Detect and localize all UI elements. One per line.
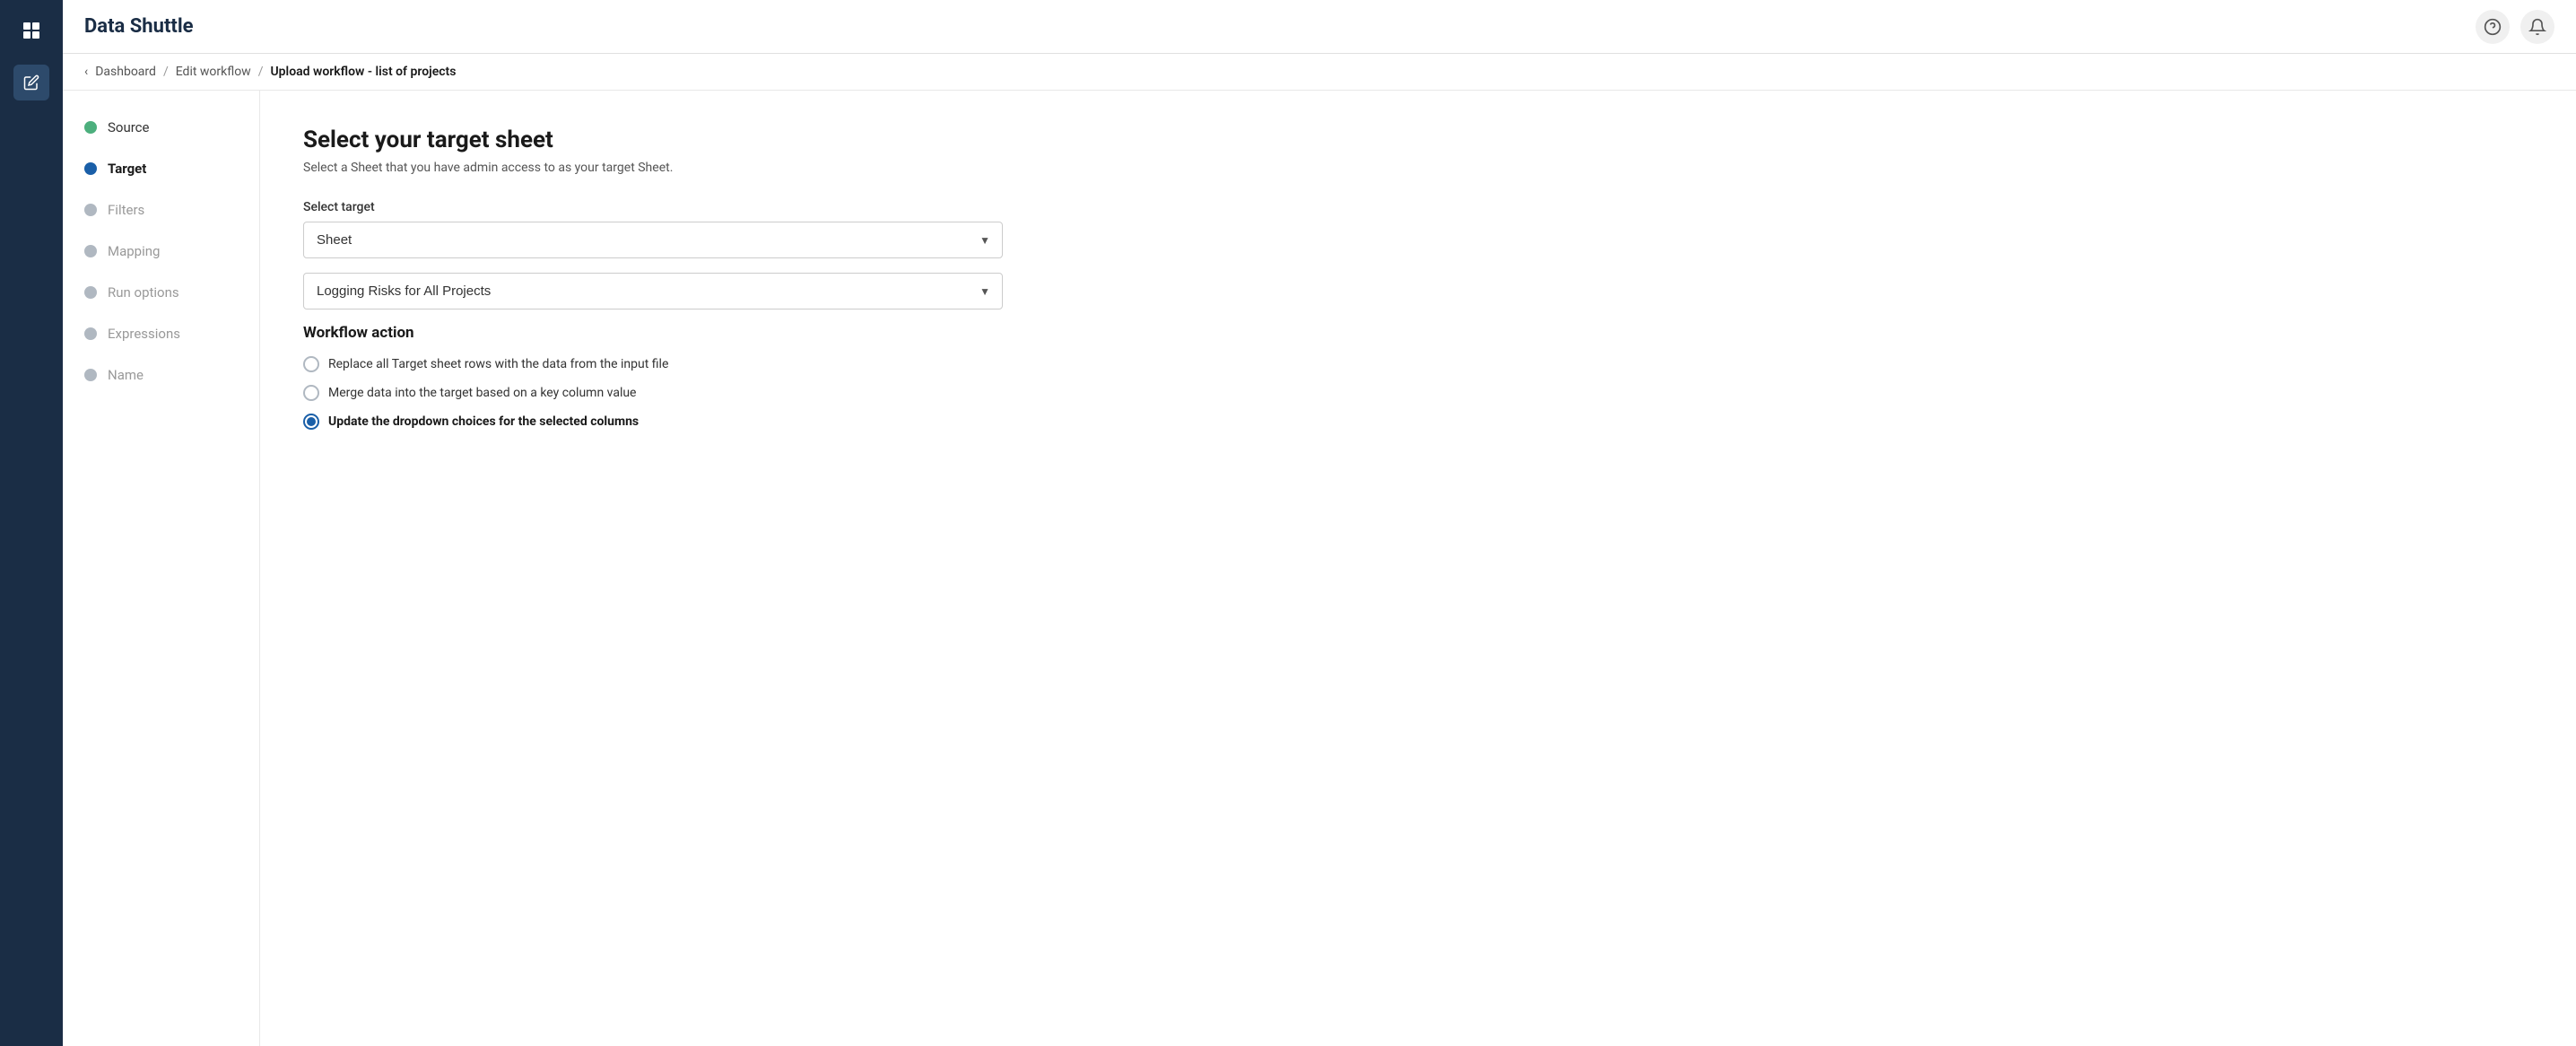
step-dot-filters — [84, 204, 97, 216]
sheet-type-select[interactable]: Sheet Report DataTable — [303, 222, 1003, 258]
radio-item-replace[interactable]: Replace all Target sheet rows with the d… — [303, 356, 2533, 372]
step-label-target: Target — [108, 161, 146, 177]
radio-item-update-dropdown[interactable]: Update the dropdown choices for the sele… — [303, 414, 2533, 430]
sidebar-item-name[interactable]: Name — [84, 367, 238, 383]
step-dot-expressions — [84, 327, 97, 340]
left-nav — [0, 0, 63, 1046]
step-label-source: Source — [108, 119, 149, 135]
content-area: Source Target Filters Mapping Run option… — [63, 91, 2576, 1046]
sidebar-item-expressions[interactable]: Expressions — [84, 326, 238, 342]
step-dot-name — [84, 369, 97, 381]
breadcrumb-dashboard[interactable]: Dashboard — [95, 65, 156, 79]
breadcrumb-sep-1: / — [163, 65, 169, 79]
radio-group: Replace all Target sheet rows with the d… — [303, 356, 2533, 430]
sidebar-item-source[interactable]: Source — [84, 119, 238, 135]
step-dot-source — [84, 121, 97, 134]
sheet-name-select[interactable]: Logging Risks for All Projects Other She… — [303, 273, 1003, 309]
radio-circle-replace — [303, 356, 319, 372]
app-logo — [15, 14, 48, 47]
step-label-run-options: Run options — [108, 284, 179, 301]
step-dot-mapping — [84, 245, 97, 257]
steps-sidebar: Source Target Filters Mapping Run option… — [63, 91, 260, 1046]
notification-button[interactable] — [2520, 10, 2554, 44]
step-dot-run-options — [84, 286, 97, 299]
step-label-expressions: Expressions — [108, 326, 180, 342]
top-header: Data Shuttle — [63, 0, 2576, 54]
help-button[interactable] — [2476, 10, 2510, 44]
app-title: Data Shuttle — [84, 15, 194, 38]
step-dot-target — [84, 162, 97, 175]
form-subtitle: Select a Sheet that you have admin acces… — [303, 161, 2533, 175]
radio-circle-merge — [303, 385, 319, 401]
sidebar-item-target[interactable]: Target — [84, 161, 238, 177]
sheet-name-select-wrapper: Logging Risks for All Projects Other She… — [303, 273, 1003, 309]
radio-circle-update-dropdown — [303, 414, 319, 430]
radio-label-update-dropdown: Update the dropdown choices for the sele… — [328, 414, 639, 429]
radio-label-merge: Merge data into the target based on a ke… — [328, 386, 637, 400]
select-target-label: Select target — [303, 200, 2533, 214]
sidebar-item-mapping[interactable]: Mapping — [84, 243, 238, 259]
step-label-name: Name — [108, 367, 144, 383]
breadcrumb: ‹ Dashboard / Edit workflow / Upload wor… — [63, 54, 2576, 91]
breadcrumb-back-arrow[interactable]: ‹ — [84, 65, 88, 79]
nav-edit-button[interactable] — [13, 65, 49, 100]
radio-item-merge[interactable]: Merge data into the target based on a ke… — [303, 385, 2533, 401]
form-panel: Select your target sheet Select a Sheet … — [260, 91, 2576, 1046]
workflow-action-title: Workflow action — [303, 324, 2533, 342]
step-label-filters: Filters — [108, 202, 144, 218]
sidebar-item-filters[interactable]: Filters — [84, 202, 238, 218]
radio-label-replace: Replace all Target sheet rows with the d… — [328, 357, 668, 371]
breadcrumb-edit-workflow[interactable]: Edit workflow — [176, 65, 251, 79]
main-wrapper: Data Shuttle ‹ Dashboard / Edit workflow — [63, 0, 2576, 1046]
breadcrumb-current: Upload workflow - list of projects — [270, 65, 456, 79]
step-label-mapping: Mapping — [108, 243, 160, 259]
header-icons — [2476, 10, 2554, 44]
breadcrumb-sep-2: / — [258, 65, 264, 79]
sheet-type-select-wrapper: Sheet Report DataTable ▼ — [303, 222, 1003, 258]
sidebar-item-run-options[interactable]: Run options — [84, 284, 238, 301]
form-title: Select your target sheet — [303, 126, 2533, 153]
